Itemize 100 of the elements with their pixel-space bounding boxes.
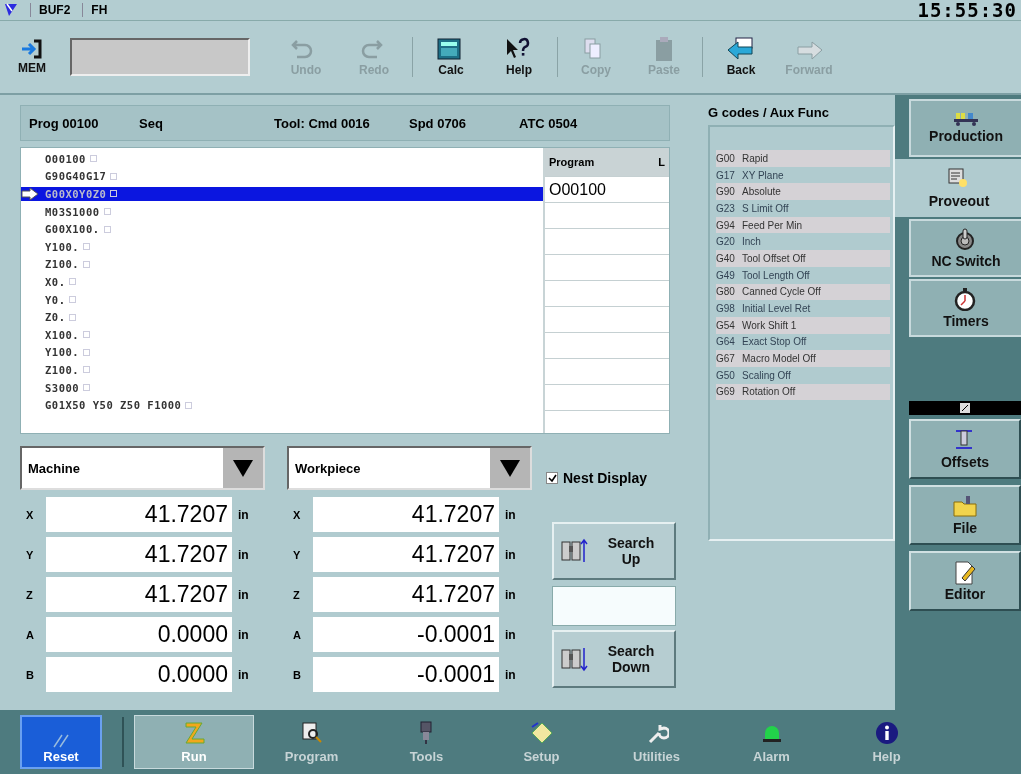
gcode-description: Tool Length Off [742, 269, 810, 281]
unit-label: in [237, 667, 249, 682]
back-button[interactable]: Back [707, 35, 775, 79]
gcode-text: G00 [716, 152, 736, 164]
gcode-description: Tool Offset Off [742, 252, 806, 264]
axis-label: Z [292, 588, 301, 601]
code-line[interactable]: S3000 [39, 380, 83, 395]
position-value: -0.0001 [313, 657, 499, 692]
side-tab[interactable]: Proveout [895, 159, 1021, 217]
axis-label: A [292, 628, 302, 641]
end-of-block-icon [83, 366, 91, 374]
checkbox-label: Nest Display [563, 470, 648, 486]
gcode-text: G40 [716, 252, 736, 264]
gcode-description: Feed Per Min [742, 219, 803, 231]
gcode-description: Initial Level Ret [742, 303, 811, 315]
code-line[interactable]: Y0. [39, 292, 69, 307]
code-line[interactable]: Z100. [39, 257, 83, 272]
code-line[interactable]: Y100. [39, 345, 83, 360]
end-of-block-icon [89, 155, 97, 163]
search-field[interactable] [552, 586, 676, 626]
end-of-block-icon [69, 296, 77, 304]
column-header: Program [549, 156, 595, 168]
search-down-button[interactable]: Search Down [552, 630, 676, 688]
code-line[interactable]: M03S1000 [39, 204, 103, 219]
info-text: Spd 0706 [409, 115, 468, 131]
axis-label: B [25, 668, 35, 681]
conveyor-icon [954, 112, 978, 126]
end-of-block-icon [103, 208, 111, 216]
calc-button[interactable]: Calc [417, 35, 485, 79]
gcode-text: G94 [716, 219, 736, 231]
gcode-description: Work Shift 1 [742, 319, 797, 331]
side-tab[interactable]: Production [909, 99, 1021, 157]
gcode-text: G98 [716, 303, 736, 315]
side-tab[interactable]: NC Switch [909, 219, 1021, 277]
status-text: BUF2 [30, 3, 71, 17]
reset-button[interactable]: Reset [20, 715, 102, 769]
frame-dropdown[interactable]: Workpiece [287, 446, 532, 490]
axis-label: A [25, 628, 35, 641]
side-button[interactable]: File [909, 485, 1021, 545]
unit-label: in [504, 547, 516, 562]
gcode-description: Inch [742, 236, 761, 248]
code-line[interactable]: Z0. [39, 310, 69, 325]
end-of-block-icon [103, 225, 111, 233]
gcode-description: Absolute [742, 186, 781, 198]
table-cell: O00100 [549, 180, 606, 199]
position-value: 0.0000 [46, 657, 232, 692]
gcode-text: G54 [716, 319, 736, 331]
checkmark-icon [547, 473, 557, 483]
splitter-bar[interactable] [909, 401, 1021, 415]
clock-time: 15:55:30 [917, 0, 1017, 21]
unit-label: in [504, 507, 516, 522]
folder-icon [952, 494, 978, 520]
end-of-block-icon [110, 190, 118, 198]
side-button[interactable]: Offsets [909, 419, 1021, 479]
gcode-description: Scaling Off [742, 369, 791, 381]
side-button[interactable]: Editor [909, 551, 1021, 611]
code-line[interactable]: X0. [39, 274, 69, 289]
axis-label: Y [25, 548, 35, 561]
checkbox[interactable] [546, 472, 558, 484]
gcode-text: G90 [716, 186, 736, 198]
position-value: 41.7207 [313, 497, 499, 532]
mode-button[interactable]: MEM [4, 37, 60, 77]
gcode-text: G23 [716, 202, 736, 214]
axis-label: B [292, 668, 302, 681]
gcode-text: G49 [716, 269, 736, 281]
code-line[interactable]: G01X50 Y50 Z50 F1000 [39, 398, 185, 413]
search-up-button[interactable]: Search Up [552, 522, 676, 580]
code-line[interactable]: O00100 [39, 151, 89, 166]
position-value: 41.7207 [46, 497, 232, 532]
info-text: Tool: Cmd 0016 [274, 115, 371, 131]
unit-label: in [237, 627, 249, 642]
code-line[interactable]: X100. [39, 327, 83, 342]
code-line[interactable]: Z100. [39, 362, 83, 377]
frame-dropdown[interactable]: Machine [20, 446, 265, 490]
gcode-text: G64 [716, 336, 736, 348]
diamond-sign-icon [529, 720, 554, 745]
axis-label: Y [292, 548, 302, 561]
help-button[interactable]: Help [485, 35, 553, 79]
axis-label: X [292, 508, 302, 521]
panel-title: G codes / Aux Func [708, 105, 830, 122]
end-of-block-icon [83, 260, 91, 268]
input-field[interactable] [70, 38, 250, 76]
code-line[interactable]: Y100. [39, 239, 83, 254]
code-line[interactable]: G90G40G17 [39, 169, 110, 184]
clipboard-icon [656, 37, 672, 61]
logo-icon [4, 3, 18, 17]
position-value: 41.7207 [313, 537, 499, 572]
side-tab[interactable]: Timers [909, 279, 1021, 337]
code-line[interactable]: G00X100. [39, 222, 103, 237]
gcode-text: G17 [716, 169, 736, 181]
end-of-block-icon [83, 243, 91, 251]
slash-icon [52, 733, 70, 749]
back-arrow-icon [726, 37, 756, 61]
unit-label: in [504, 587, 516, 602]
gcode-description: Rapid [742, 152, 769, 164]
unit-label: in [504, 667, 516, 682]
binoculars-down-icon [560, 646, 588, 672]
end-of-block-icon [83, 331, 91, 339]
pencil-document-icon [952, 560, 978, 586]
resize-icon [960, 403, 970, 413]
